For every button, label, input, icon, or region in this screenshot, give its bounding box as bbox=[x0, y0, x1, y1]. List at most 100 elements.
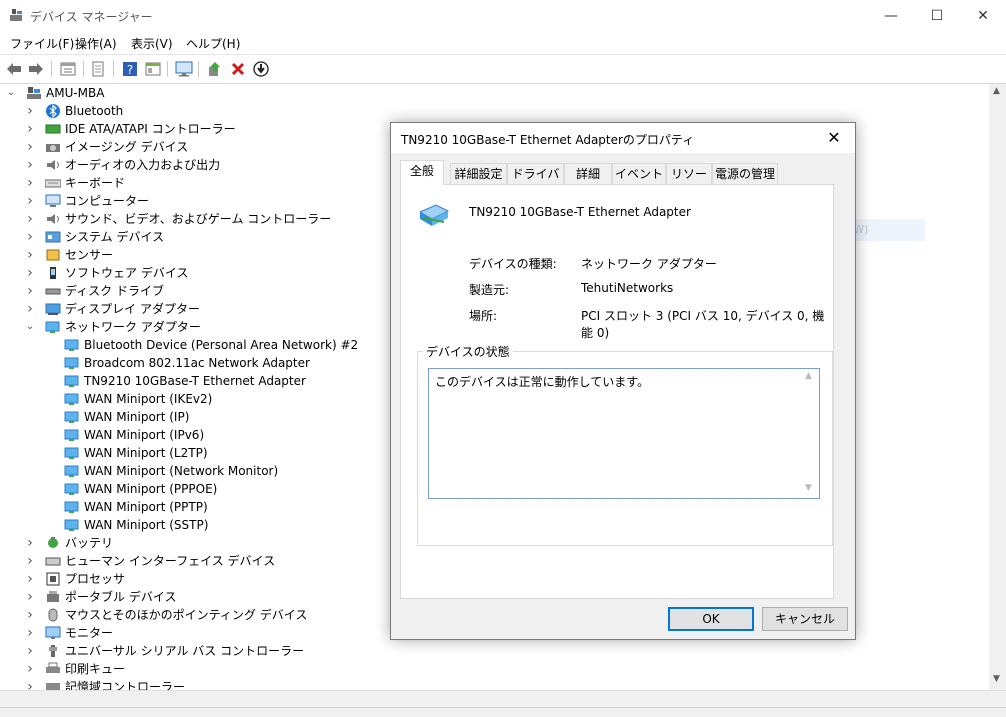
svg-text:?: ? bbox=[127, 63, 133, 77]
expand-chevron-icon[interactable]: › bbox=[25, 138, 35, 156]
device-manager-icon bbox=[10, 9, 22, 21]
menu-help[interactable]: ヘルプ(H) bbox=[186, 35, 240, 52]
show-hide-console-button[interactable] bbox=[143, 59, 163, 79]
expand-chevron-icon[interactable]: › bbox=[25, 588, 35, 606]
tab-resources[interactable]: リソース bbox=[666, 163, 712, 201]
tree-item-label: コンピューター bbox=[65, 194, 150, 208]
processor-icon bbox=[45, 572, 61, 586]
menu-view[interactable]: 表示(V) bbox=[131, 35, 173, 52]
status-scroll-up-icon[interactable]: ▲ bbox=[805, 371, 812, 381]
expand-chevron-icon[interactable]: › bbox=[25, 228, 35, 246]
tree-item-label: Bluetooth Device (Personal Area Network)… bbox=[84, 338, 359, 352]
expand-chevron-icon[interactable]: › bbox=[25, 210, 35, 228]
horizontal-scrollbar[interactable] bbox=[0, 690, 1006, 708]
cancel-button[interactable]: キャンセル bbox=[762, 607, 848, 631]
tree-item-label: WAN Miniport (IKEv2) bbox=[84, 392, 213, 406]
scroll-up-icon[interactable]: ▲ bbox=[993, 86, 1000, 96]
expand-chevron-icon[interactable]: › bbox=[25, 192, 35, 210]
camera-icon bbox=[45, 140, 61, 154]
tree-item-label: 記憶域コントローラー bbox=[65, 680, 186, 690]
forward-button[interactable] bbox=[26, 59, 46, 79]
bluetooth-icon bbox=[45, 104, 61, 118]
network-adapter-icon bbox=[64, 428, 80, 442]
tree-category[interactable]: › ユニバーサル シリアル バス コントローラー bbox=[0, 642, 989, 660]
tab-driver[interactable]: ドライバー bbox=[507, 163, 564, 201]
update-driver-button[interactable] bbox=[205, 59, 225, 79]
tree-category[interactable]: › Bluetooth bbox=[0, 102, 989, 120]
expand-chevron-icon[interactable]: › bbox=[25, 660, 35, 678]
disable-device-button[interactable] bbox=[251, 59, 271, 79]
document-icon bbox=[92, 61, 104, 77]
expand-chevron-icon[interactable]: › bbox=[25, 156, 35, 174]
expand-chevron-icon[interactable]: › bbox=[25, 552, 35, 570]
tab-advanced[interactable]: 詳細設定 bbox=[450, 163, 507, 184]
menu-bar: ファイル(F) 操作(A) 表示(V) ヘルプ(H) bbox=[0, 32, 1006, 54]
collapse-chevron-icon[interactable]: ⌄ bbox=[6, 84, 16, 102]
back-button[interactable] bbox=[4, 59, 24, 79]
sensor-icon bbox=[45, 248, 61, 262]
expand-chevron-icon[interactable]: › bbox=[25, 102, 35, 120]
network-adapter-large-icon bbox=[418, 204, 450, 226]
expand-chevron-icon[interactable]: › bbox=[25, 534, 35, 552]
close-button[interactable]: ✕ bbox=[960, 0, 1006, 32]
network-adapter-icon bbox=[64, 392, 80, 406]
collapse-chevron-icon[interactable]: ⌄ bbox=[25, 318, 35, 336]
expand-chevron-icon[interactable]: › bbox=[25, 120, 35, 138]
expand-chevron-icon[interactable]: › bbox=[25, 246, 35, 264]
expand-chevron-icon[interactable]: › bbox=[25, 570, 35, 588]
usb-icon bbox=[45, 644, 61, 658]
ide-controller-icon bbox=[45, 122, 61, 136]
tree-item-label: 印刷キュー bbox=[65, 662, 126, 676]
tree-item-label: システム デバイス bbox=[65, 230, 165, 244]
tab-events[interactable]: イベント bbox=[612, 163, 666, 184]
dialog-close-button[interactable]: ✕ bbox=[821, 127, 847, 149]
status-scrollbar[interactable]: ▲ ▼ bbox=[801, 369, 818, 498]
expand-chevron-icon[interactable]: › bbox=[25, 300, 35, 318]
status-scroll-down-icon[interactable]: ▼ bbox=[805, 483, 812, 493]
menu-action[interactable]: 操作(A) bbox=[75, 35, 117, 52]
network-adapter-icon bbox=[64, 518, 80, 532]
ok-button[interactable]: OK bbox=[668, 607, 754, 631]
uninstall-device-button[interactable] bbox=[228, 59, 248, 79]
device-type-label: デバイスの種類: bbox=[469, 257, 557, 271]
scan-hardware-button[interactable] bbox=[174, 59, 194, 79]
minimize-button[interactable]: — bbox=[868, 0, 914, 32]
tree-item-label: WAN Miniport (SSTP) bbox=[84, 518, 209, 532]
tree-root[interactable]: ⌄ AMU-MBA bbox=[0, 84, 989, 102]
network-adapter-icon bbox=[64, 338, 80, 352]
expand-chevron-icon[interactable]: › bbox=[25, 642, 35, 660]
tab-details[interactable]: 詳細 bbox=[564, 163, 612, 184]
tree-item-label: キーボード bbox=[65, 176, 126, 190]
tab-general[interactable]: 全般 bbox=[400, 160, 444, 185]
expand-chevron-icon[interactable]: › bbox=[25, 678, 35, 690]
location-label: 場所: bbox=[469, 309, 498, 323]
computer-icon bbox=[45, 194, 61, 208]
expand-chevron-icon[interactable]: › bbox=[25, 264, 35, 282]
expand-chevron-icon[interactable]: › bbox=[25, 624, 35, 642]
tree-category[interactable]: › 印刷キュー bbox=[0, 660, 989, 678]
vertical-scrollbar[interactable]: ▲ ▼ bbox=[989, 84, 1006, 690]
location-value: PCI スロット 3 (PCI バス 10, デバイス 0, 機能 0) bbox=[581, 309, 825, 340]
network-adapter-icon bbox=[64, 356, 80, 370]
maximize-button[interactable]: ☐ bbox=[914, 0, 960, 32]
menu-file[interactable]: ファイル(F) bbox=[10, 35, 74, 52]
tree-category[interactable]: › 記憶域コントローラー bbox=[0, 678, 989, 690]
help-button[interactable]: ? bbox=[120, 59, 140, 79]
keyboard-icon bbox=[44, 176, 62, 190]
print-button[interactable] bbox=[88, 59, 108, 79]
tree-item-label: プロセッサ bbox=[65, 572, 126, 586]
device-status-textbox[interactable]: このデバイスは正常に動作しています。 ▲ ▼ bbox=[428, 368, 820, 499]
speaker-icon bbox=[45, 212, 61, 226]
expand-chevron-icon[interactable]: › bbox=[25, 606, 35, 624]
mouse-icon bbox=[45, 608, 61, 622]
tab-power-management[interactable]: 電源の管理 bbox=[712, 163, 778, 184]
console-tree-icon bbox=[145, 62, 161, 76]
scroll-down-icon[interactable]: ▼ bbox=[993, 674, 1000, 684]
expand-chevron-icon[interactable]: › bbox=[25, 282, 35, 300]
toolbar: ? bbox=[0, 54, 1006, 84]
arrow-right-icon bbox=[29, 63, 43, 75]
tree-item-label: ソフトウェア デバイス bbox=[65, 266, 189, 280]
properties-view-button[interactable] bbox=[58, 59, 78, 79]
tree-item-label: モニター bbox=[65, 626, 114, 640]
expand-chevron-icon[interactable]: › bbox=[25, 174, 35, 192]
